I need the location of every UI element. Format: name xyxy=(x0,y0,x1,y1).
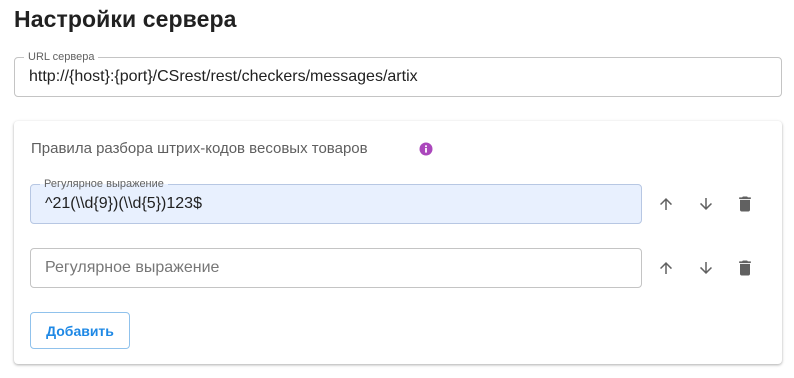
regex-input-2[interactable]: Регулярное выражение xyxy=(45,249,631,287)
trash-icon xyxy=(739,260,751,276)
add-rule-button[interactable]: Добавить xyxy=(30,312,130,349)
move-down-button-2[interactable] xyxy=(694,256,718,280)
arrow-up-icon xyxy=(660,262,672,274)
delete-button-1[interactable] xyxy=(733,192,757,216)
move-up-button-1[interactable] xyxy=(654,192,678,216)
regex-field-1[interactable]: Регулярное выражение ^21(\\d{9})(\\d{5})… xyxy=(30,177,642,224)
server-url-field[interactable]: URL сервера http://{host}:{port}/CSrest/… xyxy=(14,50,782,97)
barcode-rules-title: Правила разбора штрих-кодов весовых това… xyxy=(31,140,368,157)
info-icon[interactable] xyxy=(419,142,433,156)
regex-input-1[interactable]: ^21(\\d{9})(\\d{5})123$ xyxy=(45,185,631,223)
regex-field-2[interactable]: Регулярное выражение xyxy=(30,248,642,288)
move-down-button-1[interactable] xyxy=(694,192,718,216)
arrow-up-icon xyxy=(660,198,672,210)
arrow-down-icon xyxy=(700,198,712,210)
trash-icon xyxy=(739,196,751,212)
arrow-down-icon xyxy=(700,262,712,274)
delete-button-2[interactable] xyxy=(733,256,757,280)
server-url-input[interactable]: http://{host}:{port}/CSrest/rest/checker… xyxy=(29,58,771,96)
move-up-button-2[interactable] xyxy=(654,256,678,280)
barcode-rules-card: Правила разбора штрих-кодов весовых това… xyxy=(14,121,782,364)
page-title: Настройки сервера xyxy=(14,6,237,32)
